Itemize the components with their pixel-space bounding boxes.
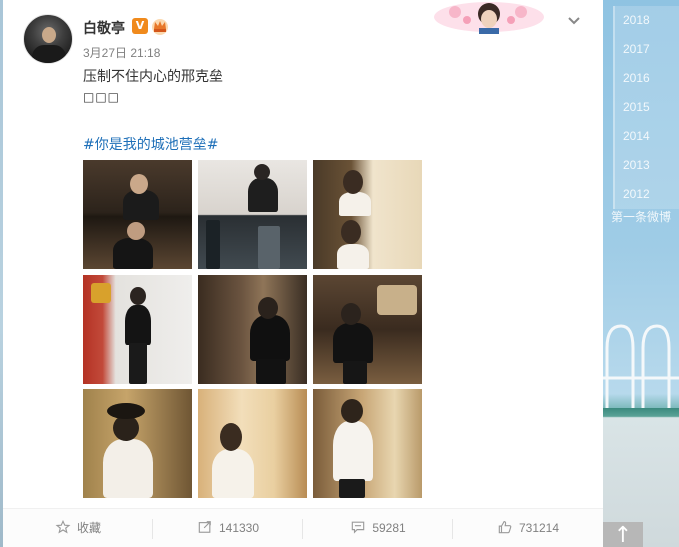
photo-thumbnail[interactable]: [83, 160, 192, 269]
avatar-figure-face: [42, 27, 56, 43]
repost-count: 141330: [218, 521, 260, 535]
chevron-down-icon: [568, 17, 580, 25]
comment-icon: [352, 521, 365, 534]
photo-thumbnail[interactable]: [198, 160, 307, 269]
post-action-bar: 收藏 141330 59281 731214: [3, 508, 603, 547]
photo-thumbnail[interactable]: [313, 389, 422, 498]
like-button[interactable]: 731214: [453, 509, 603, 547]
year-timeline: 2018 2017 2016 2015 2014 2013 2012: [613, 6, 679, 209]
post-emoji-placeholder: □□□: [83, 90, 121, 104]
avatar[interactable]: [23, 14, 73, 64]
like-count: 731214: [518, 521, 560, 535]
card-decoration-banner: [434, 2, 544, 34]
photo-thumbnail[interactable]: [198, 275, 307, 384]
verified-badge[interactable]: V: [132, 18, 148, 34]
post-text: 压制不住内心的邢克垒: [83, 69, 223, 85]
favorite-label: 收藏: [76, 521, 101, 535]
photo-thumbnail[interactable]: [83, 275, 192, 384]
post-datetime[interactable]: 3月27日 21:18: [83, 44, 160, 61]
year-link[interactable]: 2017: [613, 35, 679, 64]
repost-icon: [198, 521, 211, 533]
weibo-post-card: 白敬亭 V 3月27日 21:18 压制不住内心的邢克垒 □□□ #你是我的城池…: [3, 0, 603, 547]
fence-decoration: [603, 324, 679, 414]
comment-count: 59281: [372, 521, 406, 535]
first-weibo-link[interactable]: 第一条微博: [611, 208, 679, 225]
avatar-figure-body: [32, 45, 66, 63]
year-link[interactable]: 2015: [613, 93, 679, 122]
star-icon: [55, 520, 71, 534]
year-link[interactable]: 2016: [613, 64, 679, 93]
arrow-up-icon: ↑: [613, 523, 633, 547]
photo-thumbnail[interactable]: [313, 275, 422, 384]
year-link[interactable]: 2014: [613, 122, 679, 151]
post-menu-button[interactable]: [566, 12, 582, 28]
author-name[interactable]: 白敬亭: [83, 18, 125, 38]
photo-grid: [83, 160, 423, 498]
year-link[interactable]: 2012: [613, 180, 679, 209]
crown-icon[interactable]: [151, 17, 169, 35]
year-link[interactable]: 2013: [613, 151, 679, 180]
photo-thumbnail[interactable]: [313, 160, 422, 269]
favorite-button[interactable]: 收藏: [3, 509, 153, 547]
photo-thumbnail[interactable]: [198, 389, 307, 498]
repost-button[interactable]: 141330: [153, 509, 303, 547]
back-to-top-button[interactable]: ↑: [603, 522, 643, 547]
photo-thumbnail[interactable]: [83, 389, 192, 498]
year-link[interactable]: 2018: [613, 6, 679, 35]
hashtag-link[interactable]: #你是我的城池营垒#: [83, 134, 218, 154]
thumbs-up-icon: [498, 521, 512, 534]
comment-button[interactable]: 59281: [303, 509, 453, 547]
